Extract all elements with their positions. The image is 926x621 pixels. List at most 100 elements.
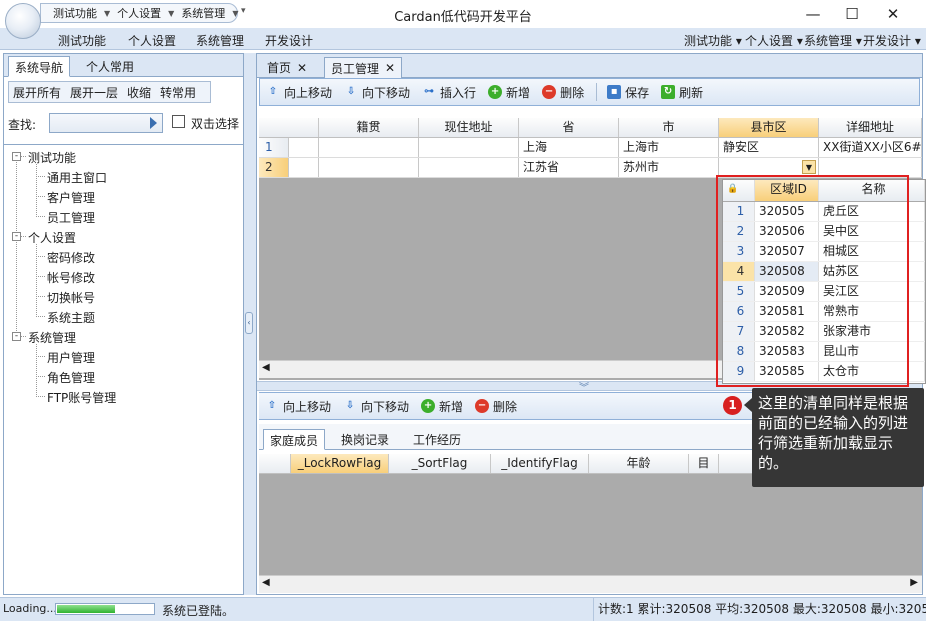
menu-test[interactable]: 测试功能 — [58, 32, 106, 49]
callout-pointer — [744, 398, 752, 412]
table-row[interactable]: 1 上海 上海市 静安区 XX街道XX小区6# — [259, 138, 922, 158]
column-header[interactable]: 县市区 — [719, 118, 819, 137]
close-button[interactable]: ✕ — [875, 0, 911, 28]
menu-right-dev[interactable]: 开发设计 ▾ — [863, 32, 921, 49]
document-tabs: 首页 ✕ 员工管理 ✕ — [257, 54, 922, 78]
table-cell[interactable] — [319, 138, 419, 157]
horizontal-scrollbar[interactable]: ◀ ▶ — [259, 575, 922, 593]
status-bar: Loading... 系统已登陆。 计数:1 累计:320508 平均:3205… — [0, 597, 926, 621]
tree-item-account[interactable]: 帐号修改 — [47, 269, 95, 286]
tab-job-change[interactable]: 换岗记录 — [335, 429, 395, 450]
insert-row-button[interactable]: ⊶ 插入行 — [422, 84, 476, 101]
table-cell[interactable] — [419, 138, 519, 157]
table-cell[interactable] — [419, 158, 519, 177]
menu-system[interactable]: 系统管理 — [196, 32, 244, 49]
close-icon[interactable]: ✕ — [385, 61, 395, 75]
move-up-button[interactable]: ⇧ 向上移动 — [266, 84, 332, 101]
delete-button[interactable]: − 删除 — [542, 84, 584, 101]
minus-icon: − — [475, 399, 490, 413]
table-cell[interactable] — [319, 158, 419, 177]
table-cell[interactable]: 苏州市 — [619, 158, 719, 177]
column-header[interactable]: 目 — [689, 454, 719, 473]
column-header[interactable]: _LockRowFlag — [291, 454, 389, 473]
menu-personal[interactable]: 个人设置 — [128, 32, 176, 49]
collapse-toggle-icon[interactable]: - — [12, 152, 21, 161]
table-cell[interactable]: 江苏省 — [519, 158, 619, 177]
close-icon[interactable]: ✕ — [297, 61, 307, 75]
tree-item-switch-account[interactable]: 切换帐号 — [47, 289, 95, 306]
row-header-corner — [259, 454, 291, 473]
collapse-panel-icon[interactable]: ‹ — [245, 312, 253, 334]
status-message: 系统已登陆。 — [162, 604, 235, 618]
menu-right-personal[interactable]: 个人设置 ▾ — [745, 32, 803, 49]
menu-right-system[interactable]: 系统管理 ▾ — [804, 32, 862, 49]
tree-item-employee[interactable]: 员工管理 — [47, 209, 95, 226]
column-header[interactable]: 年龄 — [589, 454, 689, 473]
column-header[interactable] — [259, 118, 319, 137]
collapse-toggle-icon[interactable]: - — [12, 332, 21, 341]
loading-label: Loading... — [3, 602, 57, 615]
column-header[interactable]: _IdentifyFlag — [491, 454, 589, 473]
tab-family[interactable]: 家庭成员 — [263, 429, 326, 450]
minus-icon: − — [542, 85, 557, 99]
tree-item-general-window[interactable]: 通用主窗口 — [47, 169, 107, 186]
column-header[interactable]: _SortFlag — [389, 454, 491, 473]
find-label: 查找: — [8, 118, 37, 132]
tree-item-roles[interactable]: 角色管理 — [47, 369, 95, 386]
tab-favorites[interactable]: 个人常用 — [80, 56, 140, 77]
tree-item-customer[interactable]: 客户管理 — [47, 189, 95, 206]
menu-bar: 测试功能 个人设置 系统管理 开发设计 测试功能 ▾ 个人设置 ▾ 系统管理 ▾… — [0, 28, 926, 50]
tab-employee[interactable]: 员工管理 ✕ — [324, 57, 403, 78]
tree-item-theme[interactable]: 系统主题 — [47, 309, 95, 326]
annotation-highlight-box — [716, 175, 909, 387]
tree-item-users[interactable]: 用户管理 — [47, 349, 95, 366]
table-cell[interactable]: XX街道XX小区6# — [819, 138, 922, 157]
menu-right-test[interactable]: 测试功能 ▾ — [684, 32, 742, 49]
tab-home[interactable]: 首页 ✕ — [261, 57, 313, 78]
tree-item-password[interactable]: 密码修改 — [47, 249, 95, 266]
tab-system-nav[interactable]: 系统导航 — [8, 56, 71, 77]
navigation-panel: 系统导航 个人常用 展开所有 展开一层 收缩 转常用 查找: 双击选择 - 测试… — [3, 53, 244, 595]
sub-move-down-button[interactable]: ⇩ 向下移动 — [343, 398, 409, 415]
progress-bar — [55, 603, 155, 615]
grid-header: 籍贯 现住地址 省 市 县市区 详细地址 — [259, 118, 922, 138]
to-favorites-button[interactable]: 转常用 — [160, 84, 196, 101]
refresh-button[interactable]: ↻ 刷新 — [661, 84, 703, 101]
table-cell[interactable]: 静安区 — [719, 138, 819, 157]
maximize-button[interactable]: ☐ — [834, 0, 870, 28]
tree-node-test[interactable]: 测试功能 — [28, 149, 76, 166]
expand-all-button[interactable]: 展开所有 — [13, 84, 61, 101]
sub-add-button[interactable]: + 新增 — [421, 398, 463, 415]
column-header[interactable]: 籍贯 — [319, 118, 419, 137]
row-number[interactable]: 2 — [259, 158, 289, 177]
expand-one-level-button[interactable]: 展开一层 — [70, 84, 118, 101]
tree-item-ftp[interactable]: FTP账号管理 — [47, 389, 116, 406]
table-cell[interactable]: 上海市 — [619, 138, 719, 157]
add-button[interactable]: + 新增 — [488, 84, 530, 101]
main-toolbar: ⇧ 向上移动 ⇩ 向下移动 ⊶ 插入行 + 新增 − 删除 ▪ 保存 ↻ 刷新 — [259, 78, 920, 106]
app-menu-orb[interactable] — [5, 3, 41, 39]
collapse-toggle-icon[interactable]: - — [12, 232, 21, 241]
column-header[interactable]: 市 — [619, 118, 719, 137]
column-header[interactable]: 详细地址 — [819, 118, 922, 137]
find-input[interactable] — [49, 113, 163, 133]
sub-move-up-button[interactable]: ⇧ 向上移动 — [265, 398, 331, 415]
table-cell[interactable]: 上海 — [519, 138, 619, 157]
row-number[interactable]: 1 — [259, 138, 289, 157]
save-button[interactable]: ▪ 保存 — [607, 84, 649, 101]
column-header[interactable]: 现住地址 — [419, 118, 519, 137]
double-click-checkbox[interactable] — [172, 115, 185, 128]
dropdown-arrow-icon[interactable]: ▼ — [802, 160, 816, 174]
collapse-button[interactable]: 收缩 — [127, 84, 151, 101]
tree-node-system[interactable]: 系统管理 — [28, 329, 76, 346]
refresh-icon: ↻ — [661, 85, 676, 99]
tab-work-history[interactable]: 工作经历 — [407, 429, 467, 450]
minimize-button[interactable]: — — [795, 0, 831, 28]
menu-dev[interactable]: 开发设计 — [265, 32, 313, 49]
play-arrow-icon[interactable] — [150, 117, 157, 129]
column-header[interactable]: 省 — [519, 118, 619, 137]
tree-node-personal[interactable]: 个人设置 — [28, 229, 76, 246]
sub-delete-button[interactable]: − 删除 — [475, 398, 517, 415]
move-down-button[interactable]: ⇩ 向下移动 — [344, 84, 410, 101]
window-title: Cardan低代码开发平台 — [394, 10, 532, 25]
